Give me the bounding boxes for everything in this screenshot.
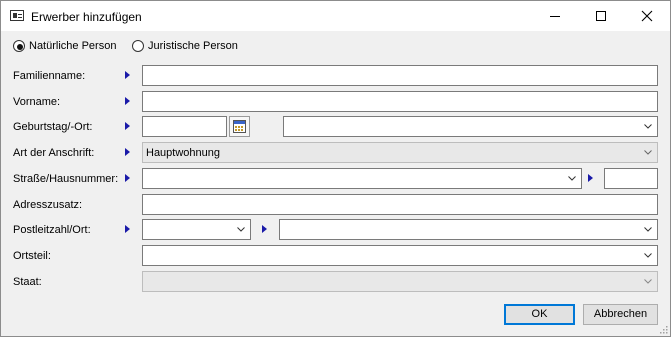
minimize-button[interactable] bbox=[532, 1, 578, 31]
required-arrow-icon bbox=[125, 71, 130, 79]
required-arrow-icon bbox=[125, 122, 130, 130]
anschrift-dropdown[interactable]: Hauptwohnung bbox=[142, 142, 658, 163]
resize-grip-icon[interactable] bbox=[660, 326, 668, 334]
radio-natuerliche-person[interactable]: Natürliche Person bbox=[13, 40, 123, 54]
ortsteil-label: Ortsteil: bbox=[13, 250, 51, 262]
ort-dropdown[interactable] bbox=[279, 219, 658, 240]
required-arrow-icon bbox=[588, 174, 593, 182]
staat-dropdown[interactable] bbox=[142, 271, 658, 292]
radio-circle bbox=[13, 40, 25, 52]
radio-label: Juristische Person bbox=[148, 40, 238, 52]
postleitzahl-label: Postleitzahl/Ort: bbox=[13, 224, 91, 236]
chevron-down-icon bbox=[644, 124, 652, 129]
ortsteil-dropdown[interactable] bbox=[142, 245, 658, 266]
chevron-down-icon bbox=[644, 150, 652, 155]
radio-circle bbox=[132, 40, 144, 52]
chevron-down-icon bbox=[568, 176, 576, 181]
familienname-input[interactable] bbox=[142, 65, 658, 86]
required-arrow-icon bbox=[125, 148, 130, 156]
close-button[interactable] bbox=[624, 1, 670, 31]
radio-selected-dot bbox=[17, 44, 23, 50]
close-icon bbox=[641, 10, 653, 22]
maximize-button[interactable] bbox=[578, 1, 624, 31]
maximize-icon bbox=[596, 11, 606, 21]
strasse-dropdown[interactable] bbox=[142, 168, 582, 189]
geburtstag-label: Geburtstag/-Ort: bbox=[13, 121, 93, 133]
geburtsort-dropdown[interactable] bbox=[283, 116, 658, 137]
cancel-button[interactable]: Abbrechen bbox=[583, 304, 658, 325]
chevron-down-icon bbox=[644, 279, 652, 284]
chevron-down-icon bbox=[644, 253, 652, 258]
required-arrow-icon bbox=[125, 225, 130, 233]
ok-button[interactable]: OK bbox=[504, 304, 575, 325]
calendar-button[interactable] bbox=[229, 116, 250, 137]
radio-juristische-person[interactable]: Juristische Person bbox=[132, 40, 242, 54]
strasse-label: Straße/Hausnummer: bbox=[13, 173, 119, 185]
chevron-down-icon bbox=[237, 227, 245, 232]
staat-label: Staat: bbox=[13, 276, 42, 288]
window-icon bbox=[10, 10, 24, 21]
postleitzahl-dropdown[interactable] bbox=[142, 219, 251, 240]
radio-label: Natürliche Person bbox=[29, 40, 117, 52]
anschrift-value: Hauptwohnung bbox=[146, 147, 221, 159]
hausnummer-input[interactable] bbox=[604, 168, 658, 189]
required-arrow-icon bbox=[125, 174, 130, 182]
adresszusatz-label: Adresszusatz: bbox=[13, 199, 83, 211]
familienname-label: Familienname: bbox=[13, 70, 86, 82]
vorname-input[interactable] bbox=[142, 91, 658, 112]
required-arrow-icon bbox=[125, 97, 130, 105]
adresszusatz-input[interactable] bbox=[142, 194, 658, 215]
calendar-icon bbox=[233, 120, 246, 133]
title-bar[interactable]: Erwerber hinzufügen bbox=[1, 1, 670, 31]
required-arrow-icon bbox=[262, 225, 267, 233]
dialog-window: Erwerber hinzufügen Natürliche Person Ju… bbox=[0, 0, 671, 337]
geburtsdatum-input[interactable] bbox=[142, 116, 227, 137]
chevron-down-icon bbox=[644, 227, 652, 232]
window-title: Erwerber hinzufügen bbox=[31, 10, 142, 24]
minimize-icon bbox=[550, 16, 560, 17]
vorname-label: Vorname: bbox=[13, 96, 61, 108]
anschrift-label: Art der Anschrift: bbox=[13, 147, 95, 159]
